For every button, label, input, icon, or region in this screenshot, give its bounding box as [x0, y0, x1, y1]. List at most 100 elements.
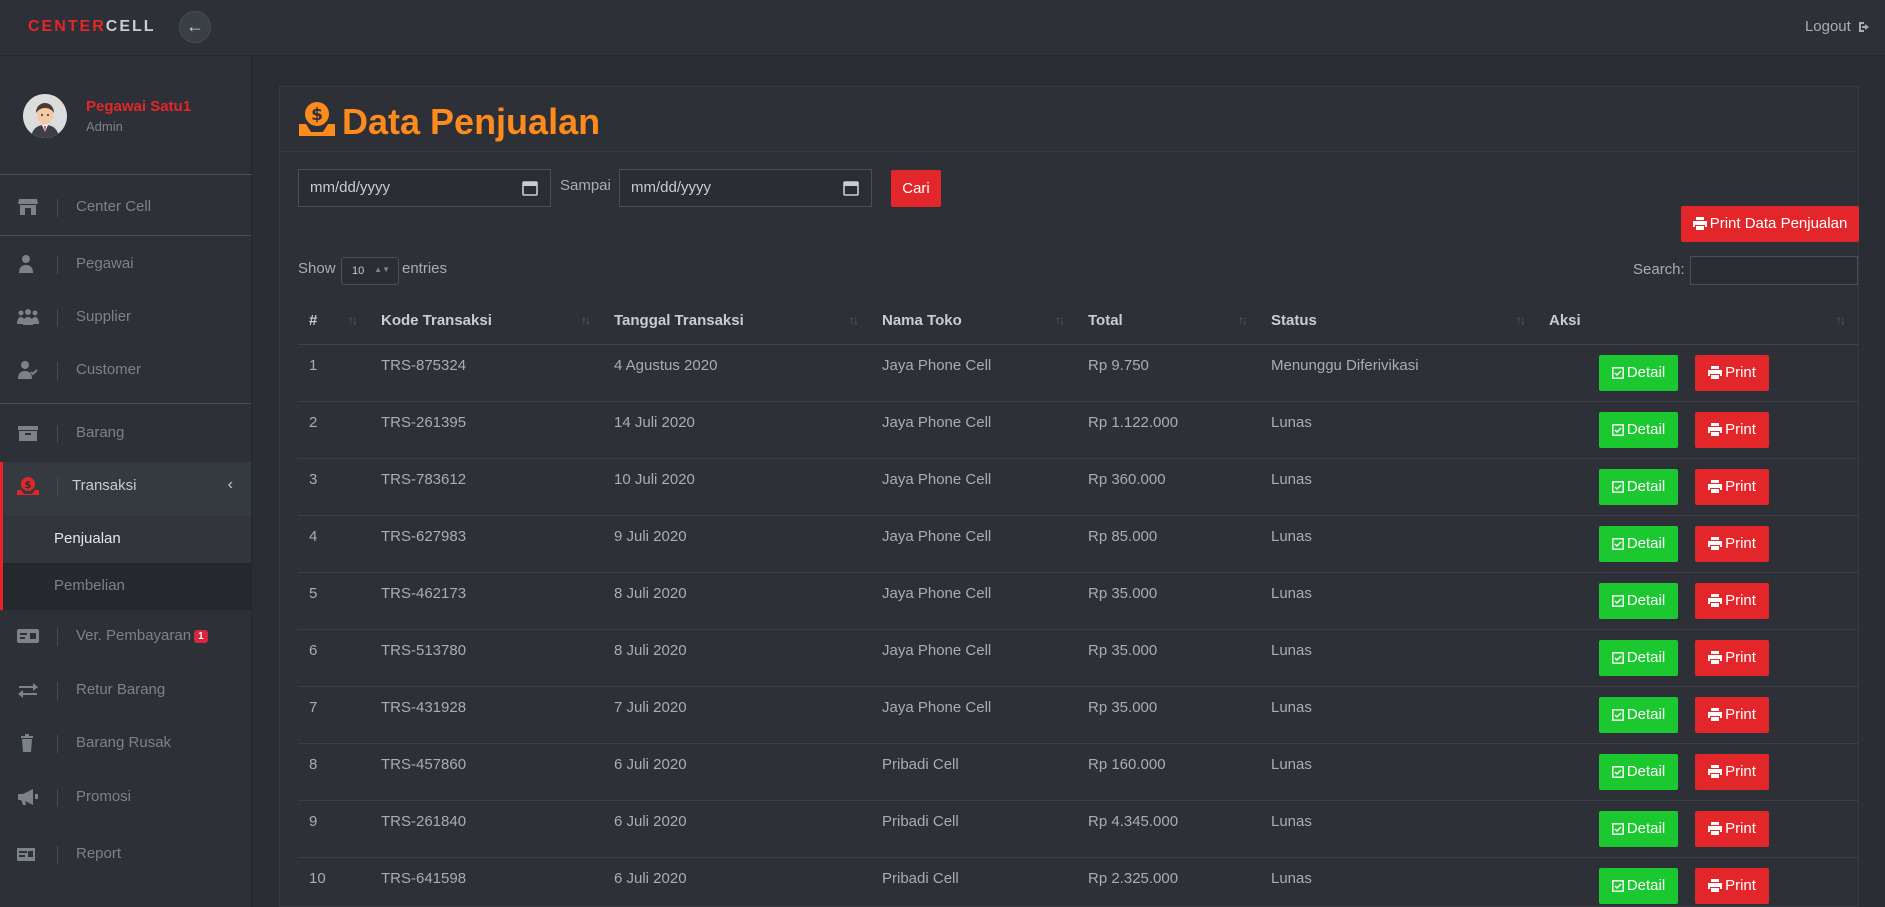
sidebar-item-retur-barang[interactable]: Retur Barang: [0, 666, 251, 716]
column-header-no[interactable]: # ↑↓: [298, 297, 370, 345]
column-header-aksi[interactable]: Aksi ↑↓: [1538, 297, 1858, 345]
print-button[interactable]: Print: [1695, 411, 1769, 448]
cell-nama-toko: Jaya Phone Cell: [871, 401, 1077, 459]
cell-kode-transaksi: TRS-783612: [370, 458, 603, 516]
cell-kode-transaksi: TRS-457860: [370, 743, 603, 801]
column-header-label: Nama Toko: [882, 311, 962, 329]
calendar-icon[interactable]: [522, 180, 538, 196]
table-row: 7 TRS-431928 7 Juli 2020 Jaya Phone Cell Rp …: [298, 686, 1858, 744]
print-data-penjualan-label: Print Data Penjualan: [1709, 215, 1848, 232]
print-icon: [1708, 878, 1723, 892]
exchange-icon: [18, 683, 38, 698]
sidebar-toggle-button[interactable]: ←: [179, 11, 211, 43]
cell-aksi: Detail Print: [1538, 743, 1858, 801]
print-button[interactable]: Print: [1695, 354, 1769, 391]
cell-nama-toko: Jaya Phone Cell: [871, 344, 1077, 402]
print-button-label: Print: [1725, 420, 1756, 438]
print-button[interactable]: Print: [1695, 639, 1769, 676]
print-button[interactable]: Print: [1695, 810, 1769, 847]
print-icon: [1692, 217, 1707, 230]
sidebar-item-barang-rusak[interactable]: Barang Rusak: [0, 719, 251, 769]
cell-total: Rp 85.000: [1077, 515, 1260, 573]
column-header-status[interactable]: Status ↑↓: [1260, 297, 1538, 345]
separator: [57, 425, 58, 443]
detail-button[interactable]: Detail: [1599, 696, 1678, 733]
detail-button[interactable]: Detail: [1599, 753, 1678, 790]
detail-button[interactable]: Detail: [1599, 639, 1678, 676]
sidebar-item-barang[interactable]: Barang: [0, 409, 251, 459]
sidebar-item-label: Transaksi: [72, 477, 137, 494]
check-square-icon: [1611, 423, 1624, 436]
detail-button-label: Detail: [1626, 477, 1666, 495]
column-header-tanggal[interactable]: Tanggal Transaksi ↑↓: [603, 297, 871, 345]
print-icon: [1708, 365, 1723, 379]
column-header-toko[interactable]: Nama Toko ↑↓: [871, 297, 1077, 345]
sidebar-item-label: Retur Barang: [76, 681, 166, 698]
sort-icon: ↑↓: [849, 313, 859, 327]
cell-nama-toko: Pribadi Cell: [871, 800, 1077, 858]
cell-nama-toko: Jaya Phone Cell: [871, 686, 1077, 744]
cell-total: Rp 35.000: [1077, 686, 1260, 744]
detail-button[interactable]: Detail: [1599, 582, 1678, 619]
cell-kode-transaksi: TRS-875324: [370, 344, 603, 402]
print-button[interactable]: Print: [1695, 582, 1769, 619]
print-button[interactable]: Print: [1695, 525, 1769, 562]
entries-length-select[interactable]: 10 ▲▼: [341, 257, 399, 285]
check-square-icon: [1611, 651, 1624, 664]
detail-button-label: Detail: [1626, 819, 1666, 837]
sidebar-item-customer[interactable]: Customer: [0, 346, 251, 396]
archive-icon: [18, 426, 38, 441]
print-button-label: Print: [1725, 762, 1756, 780]
detail-button[interactable]: Detail: [1599, 354, 1678, 391]
cari-button-label: Cari: [902, 180, 930, 197]
sidebar-item-center-cell[interactable]: Center Cell: [0, 183, 251, 233]
table-row: 4 TRS-627983 9 Juli 2020 Jaya Phone Cell Rp …: [298, 515, 1858, 573]
detail-button[interactable]: Detail: [1599, 411, 1678, 448]
detail-button[interactable]: Detail: [1599, 810, 1678, 847]
sidebar-item-report[interactable]: Report: [0, 830, 251, 880]
column-header-total[interactable]: Total ↑↓: [1077, 297, 1260, 345]
sidebar: Pegawai Satu1 Admin Center Cell Pegawai …: [0, 56, 252, 907]
logout-link[interactable]: Logout: [1805, 18, 1871, 35]
profile-role: Admin: [86, 119, 123, 134]
sidebar-subitem-label: Penjualan: [54, 530, 121, 547]
sales-table: # ↑↓ Kode Transaksi ↑↓ Tanggal Transaksi ↑↓…: [298, 297, 1858, 907]
detail-button[interactable]: Detail: [1599, 468, 1678, 505]
sidebar-subitem-pembelian[interactable]: Pembelian: [0, 563, 251, 610]
print-data-penjualan-button[interactable]: Print Data Penjualan: [1681, 206, 1859, 242]
print-button[interactable]: Print: [1695, 696, 1769, 733]
separator: [57, 256, 58, 274]
sidebar-item-supplier[interactable]: Supplier: [0, 293, 251, 343]
sidebar-item-pegawai[interactable]: Pegawai: [0, 240, 251, 290]
detail-button[interactable]: Detail: [1599, 525, 1678, 562]
check-square-icon: [1611, 480, 1624, 493]
calendar-icon[interactable]: [843, 180, 859, 196]
trash-icon: [21, 734, 33, 752]
date-to-input[interactable]: mm/dd/yyyy: [619, 169, 872, 207]
avatar[interactable]: [23, 94, 67, 138]
print-button[interactable]: Print: [1695, 753, 1769, 790]
column-header-kode[interactable]: Kode Transaksi ↑↓: [370, 297, 603, 345]
sidebar-subitem-penjualan[interactable]: Penjualan: [0, 516, 251, 563]
cell-nama-toko: Jaya Phone Cell: [871, 572, 1077, 630]
column-header-label: Total: [1088, 311, 1123, 329]
cell-status: Menunggu Diferivikasi: [1260, 344, 1538, 402]
cell-status: Lunas: [1260, 743, 1538, 801]
sort-icon: ↑↓: [1836, 313, 1846, 327]
brand-logo[interactable]: CENTERCELL: [28, 18, 156, 36]
cell-aksi: Detail Print: [1538, 401, 1858, 459]
search-input[interactable]: [1690, 256, 1858, 285]
sidebar-item-promosi[interactable]: Promosi: [0, 773, 251, 823]
sidebar-item-transaksi[interactable]: $ Transaksi ‹: [0, 462, 251, 516]
user-icon: [19, 255, 33, 273]
cell-no: 6: [298, 629, 370, 687]
profile-name[interactable]: Pegawai Satu1: [86, 98, 191, 115]
print-button[interactable]: Print: [1695, 468, 1769, 505]
sidebar-item-ver-pembayaran[interactable]: Ver. Pembayaran 1: [0, 612, 251, 662]
detail-button[interactable]: Detail: [1599, 867, 1678, 904]
print-button[interactable]: Print: [1695, 867, 1769, 904]
select-arrows-icon: ▲▼: [374, 265, 390, 274]
notification-badge: 1: [194, 630, 208, 643]
date-from-input[interactable]: mm/dd/yyyy: [298, 169, 551, 207]
cari-button[interactable]: Cari: [891, 170, 941, 207]
